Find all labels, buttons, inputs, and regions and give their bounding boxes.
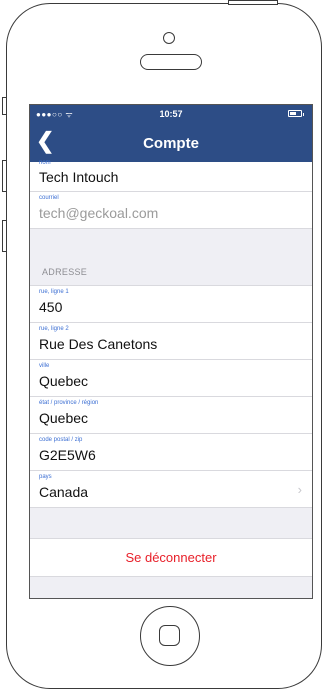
city-value: Quebec [39,373,89,389]
navigation-bar: ❮ Compte [30,124,312,162]
page-title: Compte [143,135,199,152]
name-value: Tech Intouch [39,169,119,185]
street1-label: rue, ligne 1 [39,289,69,295]
email-label: courriel [39,195,59,201]
account-form: nom Tech Intouch courriel tech@geckoal.c… [30,160,312,577]
street1-value: 450 [39,299,63,315]
city-field[interactable]: ville Quebec [30,360,312,397]
status-bar: ●●●○○ ᯤ 10:57 [30,105,312,124]
zip-label: code postal / zip [39,437,83,443]
street2-value: Rue Des Canetons [39,336,158,352]
state-field[interactable]: état / province / région Quebec [30,397,312,434]
state-value: Quebec [39,410,89,426]
home-square-icon [159,625,180,646]
address-section-title: ADRESSE [42,267,88,277]
name-field[interactable]: nom Tech Intouch [30,160,312,192]
volume-up-button [2,160,7,192]
mute-switch [2,97,7,115]
section-gap [30,229,312,259]
battery-icon [288,110,304,117]
front-camera [163,32,175,44]
email-field[interactable]: courriel tech@geckoal.com [30,192,312,229]
street2-label: rue, ligne 2 [39,326,69,332]
state-label: état / province / région [39,400,99,406]
app-screen: ●●●○○ ᯤ 10:57 ❮ Compte nom Tech Intouch … [29,104,313,599]
city-label: ville [39,363,50,369]
street1-field[interactable]: rue, ligne 1 450 [30,286,312,323]
zip-value: G2E5W6 [39,447,96,463]
email-value: tech@geckoal.com [39,205,159,221]
country-value: Canada [39,484,89,500]
street2-field[interactable]: rue, ligne 2 Rue Des Canetons [30,323,312,360]
status-time: 10:57 [159,109,183,119]
volume-down-button [2,220,7,252]
section-gap [30,508,312,538]
zip-field[interactable]: code postal / zip G2E5W6 [30,434,312,471]
name-label: nom [39,160,51,166]
home-button[interactable] [140,606,200,666]
power-button [228,0,278,5]
country-field[interactable]: pays Canada › [30,471,312,508]
address-section-header: ADRESSE [30,259,312,286]
country-label: pays [39,474,52,480]
earpiece-speaker [140,54,202,70]
logout-button[interactable]: Se déconnecter [30,538,312,577]
chevron-right-icon: › [297,482,302,497]
